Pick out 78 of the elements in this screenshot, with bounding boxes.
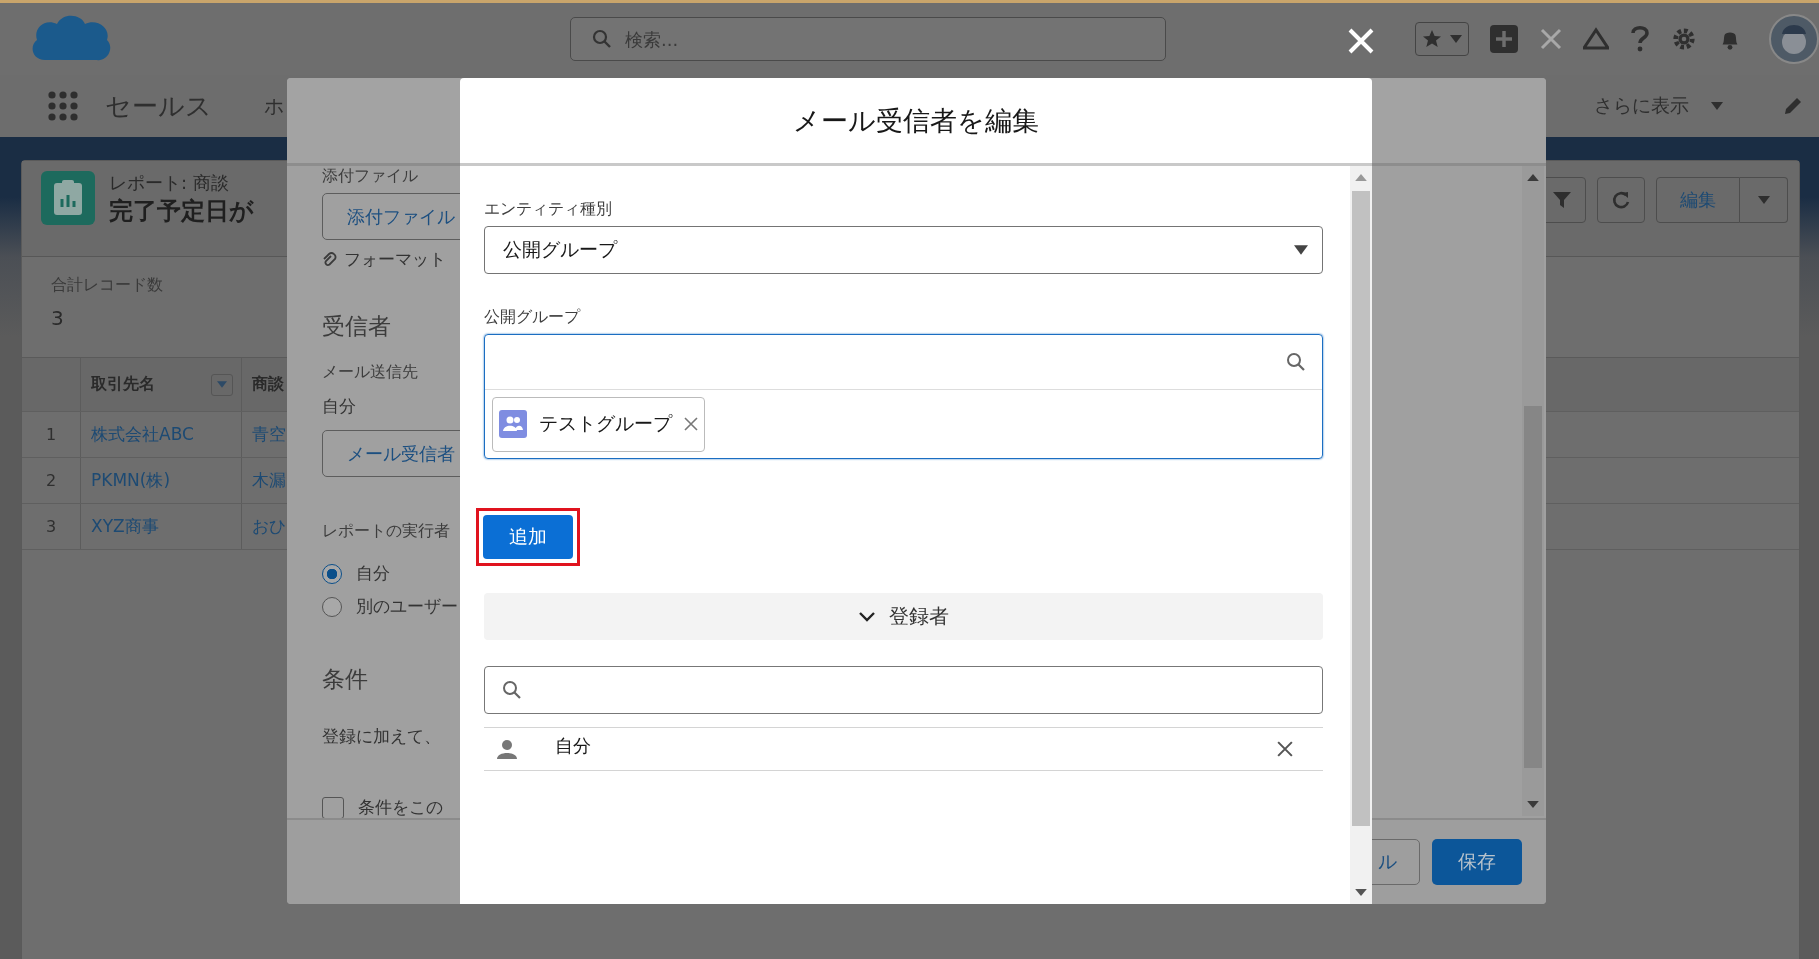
- user-icon: [496, 738, 518, 760]
- mountain-icon[interactable]: [1583, 27, 1609, 51]
- section-header[interactable]: 登録者: [484, 593, 1323, 640]
- scrollbar[interactable]: [1350, 166, 1372, 904]
- scroll-down-icon[interactable]: [1355, 889, 1367, 896]
- add-button[interactable]: 追加: [483, 515, 573, 559]
- refresh-icon: [1611, 190, 1631, 210]
- nav-tab[interactable]: ホ: [264, 92, 284, 120]
- plus-icon[interactable]: [1489, 24, 1519, 54]
- caret-icon: [217, 381, 227, 388]
- search-field[interactable]: 検索...: [570, 17, 1166, 61]
- more-tabs-menu[interactable]: さらに表示: [1594, 93, 1689, 119]
- caret-icon[interactable]: [1711, 102, 1723, 110]
- dropdown-button[interactable]: [1740, 177, 1788, 223]
- field-label: 公開グループ: [484, 307, 582, 328]
- entity-type-dropdown[interactable]: 公開グループ: [484, 226, 1323, 274]
- record-link[interactable]: おひ: [252, 515, 286, 538]
- edit-button[interactable]: 編集: [1656, 177, 1740, 223]
- format-link[interactable]: フォーマット: [344, 248, 446, 271]
- help-icon[interactable]: [1629, 25, 1651, 53]
- filter-icon: [1552, 190, 1572, 210]
- section-heading: 受信者: [322, 312, 392, 341]
- field-label: エンティティ種別: [484, 199, 613, 220]
- description-text: 登録に加えて、: [322, 725, 442, 748]
- record-link[interactable]: 株式会社ABC: [91, 423, 194, 446]
- member-name: 自分: [555, 734, 591, 758]
- radio-button[interactable]: [322, 596, 342, 617]
- radio-button[interactable]: [322, 563, 342, 584]
- group-icon: [499, 410, 527, 438]
- group-pill[interactable]: テストグループ: [492, 396, 705, 452]
- favorites-button[interactable]: [1415, 22, 1469, 56]
- avatar[interactable]: [1769, 14, 1819, 64]
- field-label: メール送信先: [322, 362, 419, 383]
- paperclip-icon: [322, 251, 338, 268]
- settings-icon[interactable]: [1671, 27, 1697, 51]
- row-number: 2: [45, 471, 57, 490]
- remove-icon[interactable]: [684, 417, 698, 431]
- chevron-icon: [858, 611, 875, 622]
- remove-icon[interactable]: [1277, 741, 1293, 757]
- member-search-field[interactable]: [484, 666, 1323, 714]
- report-title: 完了予定日が: [109, 196, 254, 227]
- pencil-icon[interactable]: [1783, 96, 1803, 116]
- refresh-button[interactable]: [1597, 177, 1645, 223]
- search-icon: [592, 29, 612, 49]
- record-count: 3: [51, 306, 64, 330]
- scroll-up-icon[interactable]: [1527, 174, 1539, 181]
- checkbox-label: 条件をこの: [358, 796, 443, 819]
- record-link[interactable]: 木漏: [252, 469, 286, 492]
- radio-label: 別のユーザー: [356, 595, 458, 618]
- field-value: 自分: [322, 395, 357, 418]
- field-label: 添付ファイル: [322, 166, 419, 187]
- caret-icon: [1757, 196, 1770, 204]
- field-label: レポートの実行者: [322, 521, 451, 542]
- radio-label: 自分: [356, 562, 390, 585]
- column-menu-button[interactable]: [211, 373, 233, 396]
- section-heading: 条件: [322, 665, 369, 694]
- record-link[interactable]: PKMN(株): [91, 469, 171, 492]
- report-type: レポート: 商談: [109, 171, 230, 195]
- column-header[interactable]: 商談: [252, 374, 284, 395]
- row-number: 1: [45, 425, 57, 444]
- dialog-title: メール受信者を編集: [793, 103, 1039, 138]
- record-link[interactable]: XYZ商事: [91, 515, 159, 538]
- column-header[interactable]: 取引先名: [91, 374, 155, 395]
- app-launcher-icon[interactable]: [47, 90, 79, 122]
- app-name: セールス: [105, 89, 212, 123]
- record-link[interactable]: 青空: [252, 423, 286, 446]
- scrollbar[interactable]: [1522, 166, 1544, 816]
- scroll-down-icon[interactable]: [1527, 801, 1539, 808]
- caret-icon: [1294, 245, 1308, 255]
- search-icon: [1286, 352, 1306, 372]
- star-icon: [1422, 29, 1442, 49]
- close-icon[interactable]: [1539, 27, 1563, 51]
- report-icon: [41, 171, 95, 225]
- caret-icon: [1450, 35, 1462, 43]
- save-button[interactable]: 保存: [1432, 839, 1522, 885]
- row-number: 3: [45, 517, 57, 536]
- search-icon: [502, 680, 522, 700]
- scroll-up-icon[interactable]: [1355, 174, 1367, 181]
